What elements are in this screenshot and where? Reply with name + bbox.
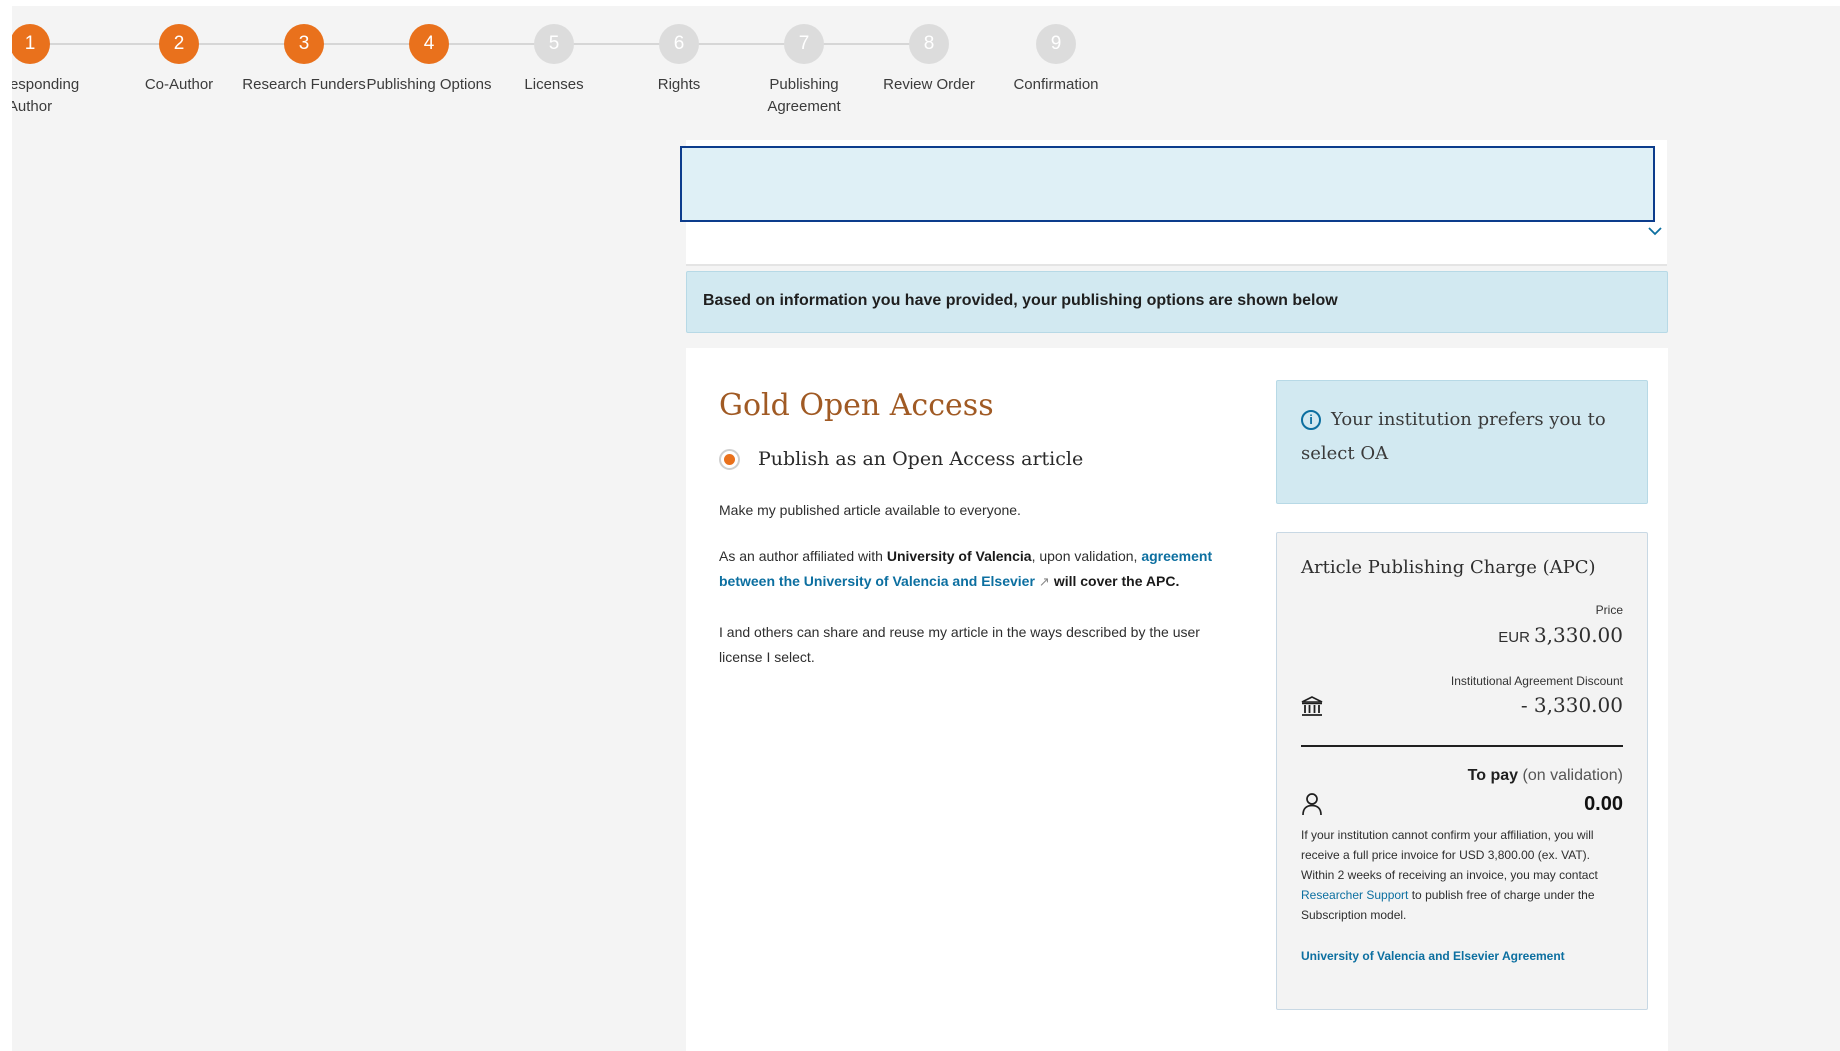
radio-selected-dot [724,454,735,465]
step-label: Research Funders [242,76,366,93]
progress-stepper: 1 Corresponding Author 2 Co-Author 3 Res… [12,6,1162,126]
to-pay-note: (on validation) [1522,767,1624,784]
step-number: 3 [284,24,324,64]
institution-name: University of Valencia [886,548,1032,564]
institution-icon [1301,696,1323,716]
step-label: Licenses [524,76,584,93]
total-divider [1301,745,1623,747]
institution-preference-notice: i Your institution prefers you to select … [1276,380,1648,504]
step-label: Corresponding Author [12,76,80,115]
step-2[interactable]: 2 Co-Author [109,24,249,96]
external-link-icon: ↗ [1038,574,1050,589]
affiliation-description: As an author affiliated with University … [719,544,1239,594]
chevron-down-icon[interactable] [1648,226,1662,236]
step-label: Rights [657,76,701,93]
step-label: Publishing Options [366,76,492,93]
step-label: Confirmation [1013,76,1099,93]
discount-label: Institutional Agreement Discount [1450,674,1623,688]
step-5: 5 Licenses [484,24,624,96]
info-banner: Based on information you have provided, … [686,271,1668,333]
step-8: 8 Review Order [859,24,999,96]
step-4[interactable]: 4 Publishing Options [359,24,499,96]
page: 1 Corresponding Author 2 Co-Author 3 Res… [12,6,1840,1051]
price-value: EUR 3,330.00 [1498,623,1623,647]
discount-value: - 3,330.00 [1520,693,1623,717]
step-label: Co-Author [144,76,214,93]
researcher-support-link[interactable]: Researcher Support [1301,888,1408,902]
info-icon: i [1301,410,1321,430]
fine-print-text: If your institution cannot confirm your … [1301,828,1598,882]
affiliation-text: As an author affiliated with [719,548,887,564]
step-1[interactable]: 1 Corresponding Author [12,24,100,118]
step-number: 4 [409,24,449,64]
step-label: Review Order [883,76,975,93]
step-6: 6 Rights [609,24,749,96]
step-3[interactable]: 3 Research Funders [234,24,374,96]
step-number: 6 [659,24,699,64]
step-number: 8 [909,24,949,64]
currency: EUR [1498,629,1530,646]
apc-coverage-text: will cover the APC. [1053,573,1180,589]
invoice-fine-print: If your institution cannot confirm your … [1301,825,1625,925]
step-number: 9 [1036,24,1076,64]
focused-panel-header[interactable] [680,146,1655,222]
step-number: 2 [159,24,199,64]
step-number: 1 [12,24,50,64]
preference-text: Your institution prefers you to select O… [1301,409,1606,464]
open-access-radio[interactable] [719,449,740,470]
price-label: Price [1595,603,1623,617]
agreement-page-link[interactable]: University of Valencia and Elsevier Agre… [1301,949,1565,963]
total-amount: 0.00 [1584,793,1623,815]
person-icon [1302,793,1322,816]
option-description: Make my published article available to e… [719,502,1021,518]
step-label: Publishing Agreement [767,76,841,115]
to-pay-text: To pay [1467,767,1519,784]
apc-summary: Article Publishing Charge (APC) Price EU… [1276,532,1648,1010]
step-number: 5 [534,24,574,64]
step-9: 9 Confirmation [986,24,1126,96]
price-amount: 3,330.00 [1533,623,1623,647]
option-title: Gold Open Access [719,388,994,423]
step-number: 7 [784,24,824,64]
step-7: 7 Publishing Agreement [734,24,874,118]
affiliation-text: , upon validation, [1031,548,1142,564]
apc-title: Article Publishing Charge (APC) [1301,557,1596,578]
to-pay-label: To pay (on validation) [1468,767,1623,785]
open-access-radio-label[interactable]: Publish as an Open Access article [758,448,1083,470]
license-description: I and others can share and reuse my arti… [719,624,1200,665]
option-card: Gold Open Access Publish as an Open Acce… [686,348,1668,1051]
